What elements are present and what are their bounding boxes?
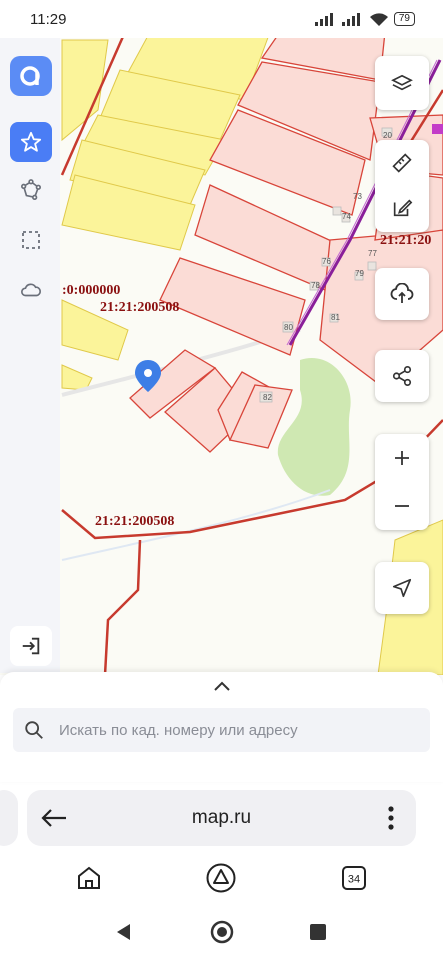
cadastral-label: 21:21:200508 [95, 514, 174, 529]
cadastral-label: 21:21:200508 [100, 300, 179, 315]
selection-area-icon[interactable] [10, 220, 52, 260]
zoom-in-icon[interactable] [375, 434, 429, 482]
browser-bar: map.ru 34 [0, 782, 443, 960]
nav-home-icon[interactable] [208, 918, 236, 946]
building-number: 76 [322, 257, 331, 266]
nav-back-icon[interactable] [110, 918, 138, 946]
quarter-boundary [103, 539, 142, 675]
home-icon[interactable] [71, 860, 107, 896]
signal-icon-2 [341, 13, 360, 26]
left-toolbar [0, 38, 60, 673]
status-icons: 79 [314, 10, 415, 28]
building-number: 82 [263, 393, 272, 402]
app-logo-icon[interactable] [10, 56, 52, 96]
cadastral-label: :0:000000 [62, 283, 120, 298]
upload-icon[interactable] [375, 268, 429, 320]
wifi-icon [369, 12, 388, 26]
signal-icon [314, 13, 333, 26]
location-arrow-icon[interactable] [375, 562, 429, 614]
building-number: 81 [331, 313, 340, 322]
previous-tab-preview[interactable] [0, 790, 18, 846]
layers-icon[interactable] [375, 56, 429, 110]
star-icon[interactable] [10, 122, 52, 162]
search-panel [0, 672, 443, 782]
zoom-controls [375, 434, 429, 530]
logout-icon[interactable] [10, 626, 52, 666]
zone-parcel [61, 364, 93, 391]
tabs-counter[interactable]: 34 [336, 860, 372, 896]
upload-button[interactable] [375, 268, 429, 320]
park-area [277, 358, 351, 496]
more-menu-icon[interactable] [386, 804, 396, 832]
my-location-button[interactable] [375, 562, 429, 614]
building-number: 20 [383, 131, 392, 140]
search-input[interactable] [57, 720, 421, 740]
zoom-out-icon[interactable] [375, 482, 429, 530]
tabs-count: 34 [348, 874, 360, 886]
share-icon[interactable] [375, 350, 429, 402]
cadastral-label: 21:21:20 [380, 233, 431, 248]
building-number: 74 [342, 212, 351, 221]
building-number: 80 [284, 323, 293, 332]
building-number: 79 [355, 269, 364, 278]
search-box[interactable] [13, 708, 430, 752]
layers-button[interactable] [375, 56, 429, 110]
url-text: map.ru [191, 807, 252, 828]
share-button[interactable] [375, 350, 429, 402]
ruler-icon[interactable] [375, 140, 429, 185]
polygon-tool-icon[interactable] [10, 170, 52, 210]
power-marker [432, 124, 443, 134]
nav-recents-icon[interactable] [304, 918, 332, 946]
cloud-icon[interactable] [10, 270, 52, 310]
battery-indicator: 79 [393, 12, 415, 26]
building-number: 77 [368, 249, 377, 258]
edit-icon[interactable] [375, 185, 429, 230]
url-bar[interactable]: map.ru [27, 790, 416, 846]
chevron-up-icon[interactable] [211, 678, 233, 694]
measure-edit-group [375, 140, 429, 232]
assistant-icon[interactable] [203, 860, 239, 896]
status-time: 11:29 [30, 11, 67, 28]
search-icon [25, 721, 43, 739]
status-bar: 11:29 79 [0, 0, 443, 38]
building-number: 73 [353, 192, 362, 201]
